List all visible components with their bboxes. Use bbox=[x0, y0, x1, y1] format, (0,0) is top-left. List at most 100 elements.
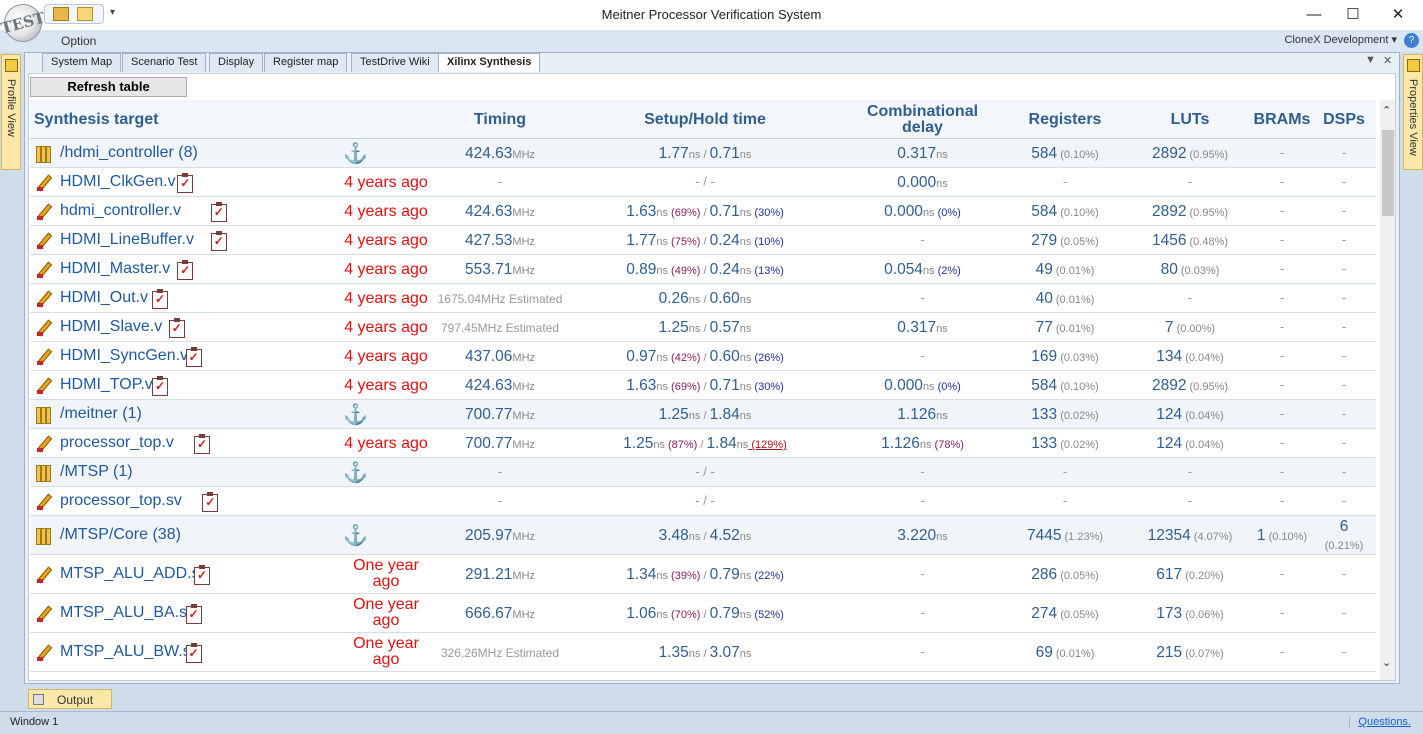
setup-number: 1.63 bbox=[626, 377, 657, 394]
col-brams[interactable]: BRAMs bbox=[1252, 112, 1312, 128]
tab-xilinx-synthesis[interactable]: Xilinx Synthesis bbox=[438, 53, 541, 72]
clipboard-check-icon[interactable] bbox=[194, 565, 210, 585]
target-name[interactable]: HDMI_Master.v bbox=[60, 260, 170, 278]
registers-percent: (0.01%) bbox=[1052, 294, 1095, 306]
registers-number: 169 bbox=[1031, 348, 1058, 365]
anchor-icon[interactable]: ⚓ bbox=[343, 463, 368, 483]
registers: 584 (0.10%) bbox=[1005, 377, 1125, 395]
clipboard-check-icon[interactable] bbox=[202, 492, 219, 512]
timing-unit: MHz bbox=[512, 381, 536, 393]
target-name[interactable]: HDMI_Slave.v bbox=[60, 318, 162, 336]
table-row[interactable]: processor_top.sv - - / - - - - - - bbox=[30, 487, 1376, 516]
modified-ago: One year ago bbox=[353, 596, 419, 629]
clipboard-check-icon[interactable] bbox=[185, 347, 202, 367]
setup-number: 1.25 bbox=[658, 319, 689, 336]
target-name[interactable]: processor_top.sv bbox=[60, 492, 182, 510]
tab-display[interactable]: Display bbox=[209, 53, 264, 72]
table-row[interactable]: hdmi_controller.v4 years ago424.63MHz1.6… bbox=[30, 197, 1376, 226]
pencil-icon bbox=[36, 319, 54, 337]
col-timing[interactable]: Timing bbox=[450, 112, 550, 128]
vertical-scrollbar[interactable]: ⌃ ⌄ bbox=[1380, 100, 1395, 680]
table-row[interactable]: /MTSP/Core (38) ⚓ 205.97MHz 3.48ns / 4.52ns… bbox=[30, 516, 1376, 555]
comb-unit: ns bbox=[919, 439, 932, 451]
anchor-icon[interactable]: ⚓ bbox=[343, 526, 368, 546]
col-setup-hold[interactable]: Setup/Hold time bbox=[610, 112, 800, 128]
anchor-icon[interactable]: ⚓ bbox=[343, 144, 368, 164]
output-tab[interactable]: Output bbox=[28, 689, 112, 709]
clipboard-check-icon[interactable] bbox=[210, 202, 227, 222]
target-name[interactable]: MTSP_ALU_BA.sv bbox=[60, 604, 195, 622]
table-row[interactable]: MTSP_ALU_BW.sv One year ago 326.26MHz Esti… bbox=[30, 633, 1376, 672]
table-row[interactable]: processor_top.v4 years ago700.77MHz1.25n… bbox=[30, 429, 1376, 458]
col-luts[interactable]: LUTs bbox=[1140, 112, 1240, 128]
brams: - bbox=[1279, 261, 1285, 276]
table-row[interactable]: HDMI_Slave.v4 years ago797.45MHz Estimat… bbox=[30, 313, 1376, 342]
scroll-up-icon[interactable]: ⌃ bbox=[1382, 104, 1391, 117]
col-dsps[interactable]: DSPs bbox=[1320, 112, 1368, 128]
table-row[interactable]: HDMI_TOP.v4 years ago424.63MHz1.63ns (69… bbox=[30, 371, 1376, 400]
luts-percent: (0.95%) bbox=[1186, 149, 1229, 161]
table-row[interactable]: HDMI_LineBuffer.v4 years ago427.53MHz1.7… bbox=[30, 226, 1376, 255]
table-row[interactable]: /meitner (1) ⚓ 700.77MHz 1.25ns / 1.84ns 1.1… bbox=[30, 400, 1376, 429]
col-combinational[interactable]: Combinational delay bbox=[850, 104, 995, 136]
target-name[interactable]: HDMI_TOP.v bbox=[60, 376, 153, 394]
help-icon[interactable]: ? bbox=[1404, 33, 1419, 48]
table-row[interactable]: HDMI_ClkGen.v 4 years ago - - / - 0.000ns - - -… bbox=[30, 168, 1376, 197]
clipboard-check-icon[interactable] bbox=[210, 231, 227, 251]
tab-scenario-test[interactable]: Scenario Test bbox=[122, 53, 207, 72]
maximize-button[interactable]: ☐ bbox=[1339, 4, 1367, 26]
tab-system-map[interactable]: System Map bbox=[42, 53, 122, 72]
scroll-thumb[interactable] bbox=[1382, 130, 1394, 216]
target-name[interactable]: HDMI_Out.v bbox=[60, 289, 148, 307]
hold-number: 0.24 bbox=[709, 261, 740, 278]
scroll-down-icon[interactable]: ⌄ bbox=[1382, 656, 1391, 669]
clipboard-check-icon[interactable] bbox=[177, 260, 194, 280]
questions-link[interactable]: Questions. bbox=[1349, 716, 1411, 728]
table-row[interactable]: HDMI_Out.v4 years ago1675.04MHz Estimate… bbox=[30, 284, 1376, 313]
close-button[interactable]: ✕ bbox=[1384, 4, 1412, 26]
anchor-icon[interactable]: ⚓ bbox=[343, 405, 368, 425]
table-row[interactable]: /hdmi_controller (8) ⚓ 424.63MHz 1.77ns / 0… bbox=[30, 139, 1376, 168]
col-registers[interactable]: Registers bbox=[1015, 112, 1115, 128]
target-name[interactable]: /MTSP/Core (38) bbox=[60, 526, 181, 544]
target-name[interactable]: processor_top.v bbox=[60, 434, 174, 452]
target-name[interactable]: MTSP_ALU_ADD.sv bbox=[60, 565, 208, 583]
target-name[interactable]: HDMI_ClkGen.v bbox=[60, 173, 176, 191]
target-name[interactable]: HDMI_LineBuffer.v bbox=[60, 231, 194, 249]
profile-view-tab[interactable]: Profile View bbox=[1, 54, 21, 170]
pencil-tip-shape bbox=[37, 448, 43, 452]
target-name[interactable]: /hdmi_controller (8) bbox=[60, 144, 198, 162]
comb-delay-value: 3.220ns bbox=[850, 527, 995, 545]
clipboard-check-icon[interactable] bbox=[185, 643, 202, 663]
col-synthesis-target[interactable]: Synthesis target bbox=[34, 112, 158, 128]
minimize-button[interactable]: — bbox=[1300, 4, 1328, 26]
menu-option[interactable]: Option bbox=[61, 34, 96, 48]
refresh-table-button[interactable]: Refresh table bbox=[30, 77, 187, 97]
target-name[interactable]: /MTSP (1) bbox=[60, 463, 133, 481]
profile-selector[interactable]: CloneX Development ▾ bbox=[1284, 33, 1397, 46]
clipboard-check-icon[interactable] bbox=[152, 376, 168, 396]
table-row[interactable]: MTSP_ALU_BA.svOne year ago666.67MHz1.06n… bbox=[30, 594, 1376, 633]
clipboard-check-icon[interactable] bbox=[168, 318, 185, 338]
target-name[interactable]: HDMI_SyncGen.v bbox=[60, 347, 188, 365]
target-name[interactable]: /meitner (1) bbox=[60, 405, 142, 423]
table-row[interactable]: MTSP_ALU_ADD.sv One year ago 291.21MHz 1.34… bbox=[30, 555, 1376, 594]
tab-register-map[interactable]: Register map bbox=[264, 53, 348, 72]
tab-close-icon[interactable]: ✕ bbox=[1383, 54, 1392, 67]
setup-hold-value: 1.25ns (87%) / 1.84ns (129%) bbox=[590, 435, 820, 453]
clipboard-check-icon[interactable] bbox=[152, 289, 168, 309]
properties-icon bbox=[1407, 59, 1420, 72]
clipboard-check-icon[interactable] bbox=[194, 434, 210, 454]
document-tabs: System Map Scenario Test Display Registe… bbox=[24, 52, 1400, 72]
tab-list-dropdown-icon[interactable]: ▼ bbox=[1365, 54, 1376, 66]
target-name[interactable]: hdmi_controller.v bbox=[60, 202, 181, 220]
properties-view-tab[interactable]: Properties View bbox=[1403, 54, 1423, 170]
tab-testdrive-wiki[interactable]: TestDrive Wiki bbox=[351, 53, 439, 72]
clipboard-check-icon[interactable] bbox=[177, 173, 194, 193]
table-row[interactable]: HDMI_SyncGen.v4 years ago437.06MHz0.97ns… bbox=[30, 342, 1376, 371]
clipboard-check-icon[interactable] bbox=[185, 604, 202, 624]
target-name[interactable]: MTSP_ALU_BW.sv bbox=[60, 643, 199, 661]
table-row[interactable]: HDMI_Master.v4 years ago553.71MHz0.89ns … bbox=[30, 255, 1376, 284]
table-row[interactable]: /MTSP (1) ⚓ - - / - - - - - - bbox=[30, 458, 1376, 487]
output-label: Output bbox=[57, 693, 94, 707]
